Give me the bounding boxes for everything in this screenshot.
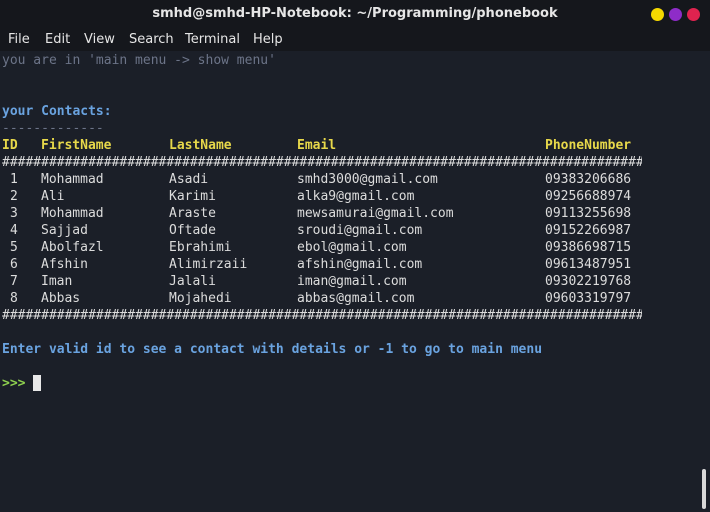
- cell-firstname: Afshin: [41, 257, 88, 272]
- scrollbar[interactable]: [702, 469, 706, 509]
- menu-view[interactable]: View: [84, 32, 115, 47]
- menu-bar: File Edit View Search Terminal Help: [0, 29, 710, 51]
- menu-search[interactable]: Search: [129, 32, 174, 47]
- menu-edit[interactable]: Edit: [45, 32, 70, 47]
- cell-email: smhd3000@gmail.com: [297, 172, 438, 187]
- header-lastname: LastName: [169, 138, 232, 153]
- close-button[interactable]: [687, 8, 700, 21]
- cell-firstname: Mohammad: [41, 206, 104, 221]
- cell-email: mewsamurai@gmail.com: [297, 206, 454, 221]
- cell-phone: 09113255698: [545, 206, 632, 221]
- table-separator-bottom: ########################################…: [2, 308, 642, 323]
- table-row: 3 Mohammad Araste mewsamurai@gmail.com 09113…: [0, 205, 710, 222]
- menu-file[interactable]: File: [8, 32, 30, 47]
- cell-id: 8: [10, 291, 18, 306]
- table-row: 4 Sajjad Oftade sroudi@gmail.com 09152266987: [0, 222, 710, 239]
- cell-lastname: Jalali: [169, 274, 216, 289]
- cell-firstname: Mohammad: [41, 172, 104, 187]
- title-bar: smhd@smhd-HP-Notebook: ~/Programming/pho…: [0, 0, 710, 29]
- cell-firstname: Abbas: [41, 291, 81, 306]
- cell-lastname: Oftade: [169, 223, 216, 238]
- maximize-button[interactable]: [669, 8, 682, 21]
- table-row: 7 Iman Jalali iman@gmail.com 09302219768: [0, 273, 710, 290]
- cell-lastname: Mojahedi: [169, 291, 232, 306]
- header-email: Email: [297, 138, 337, 153]
- instruction-text: Enter valid id to see a contact with det…: [2, 342, 543, 357]
- cell-id: 3: [10, 206, 18, 221]
- cell-firstname: Iman: [41, 274, 73, 289]
- cell-lastname: Araste: [169, 206, 216, 221]
- cell-lastname: Ebrahimi: [169, 240, 232, 255]
- contacts-title: your Contacts:: [2, 104, 112, 119]
- cell-id: 4: [10, 223, 18, 238]
- cell-phone: 09603319797: [545, 291, 632, 306]
- header-phone: PhoneNumber: [545, 138, 632, 153]
- window-controls: [651, 8, 700, 21]
- cell-id: 6: [10, 257, 18, 272]
- menu-help[interactable]: Help: [253, 32, 283, 47]
- cell-phone: 09302219768: [545, 274, 632, 289]
- cell-email: sroudi@gmail.com: [297, 223, 423, 238]
- cell-firstname: Sajjad: [41, 223, 88, 238]
- cell-id: 5: [10, 240, 18, 255]
- cell-email: ebol@gmail.com: [297, 240, 407, 255]
- cell-lastname: Alimirzaii: [169, 257, 248, 272]
- minimize-button[interactable]: [651, 8, 664, 21]
- window-title: smhd@smhd-HP-Notebook: ~/Programming/pho…: [152, 6, 558, 21]
- cell-email: alka9@gmail.com: [297, 189, 415, 204]
- cell-phone: 09256688974: [545, 189, 632, 204]
- cell-firstname: Abolfazl: [41, 240, 104, 255]
- cell-email: iman@gmail.com: [297, 274, 407, 289]
- header-firstname: FirstName: [41, 138, 112, 153]
- cell-phone: 09613487951: [545, 257, 632, 272]
- cell-id: 2: [10, 189, 18, 204]
- table-row: 8 Abbas Mojahedi abbas@gmail.com 09603319797: [0, 290, 710, 307]
- table-row: 6 Afshin Alimirzaii afshin@gmail.com 0961348…: [0, 256, 710, 273]
- title-underline: -------------: [2, 121, 104, 136]
- cell-id: 7: [10, 274, 18, 289]
- menu-terminal[interactable]: Terminal: [185, 32, 240, 47]
- header-id: ID: [2, 138, 18, 153]
- cell-firstname: Ali: [41, 189, 65, 204]
- cell-lastname: Asadi: [169, 172, 209, 187]
- cell-phone: 09152266987: [545, 223, 632, 238]
- table-row: 2 Ali Karimi alka9@gmail.com 09256688974: [0, 188, 710, 205]
- table-separator-top: ########################################…: [2, 155, 642, 170]
- cell-id: 1: [10, 172, 18, 187]
- terminal-area[interactable]: you are in 'main menu -> show menu' your…: [0, 51, 710, 512]
- table-row: 1 Mohammad Asadi smhd3000@gmail.com 09383206…: [0, 171, 710, 188]
- cell-email: afshin@gmail.com: [297, 257, 423, 272]
- table-header: ID FirstName LastName Email PhoneNumber: [0, 137, 710, 154]
- prompt: >>>: [2, 376, 26, 391]
- cell-email: abbas@gmail.com: [297, 291, 415, 306]
- cell-lastname: Karimi: [169, 189, 216, 204]
- cell-phone: 09383206686: [545, 172, 632, 187]
- table-row: 5 Abolfazl Ebrahimi ebol@gmail.com 093866987…: [0, 239, 710, 256]
- cell-phone: 09386698715: [545, 240, 632, 255]
- status-line: you are in 'main menu -> show menu': [2, 53, 276, 68]
- text-cursor: [33, 375, 41, 391]
